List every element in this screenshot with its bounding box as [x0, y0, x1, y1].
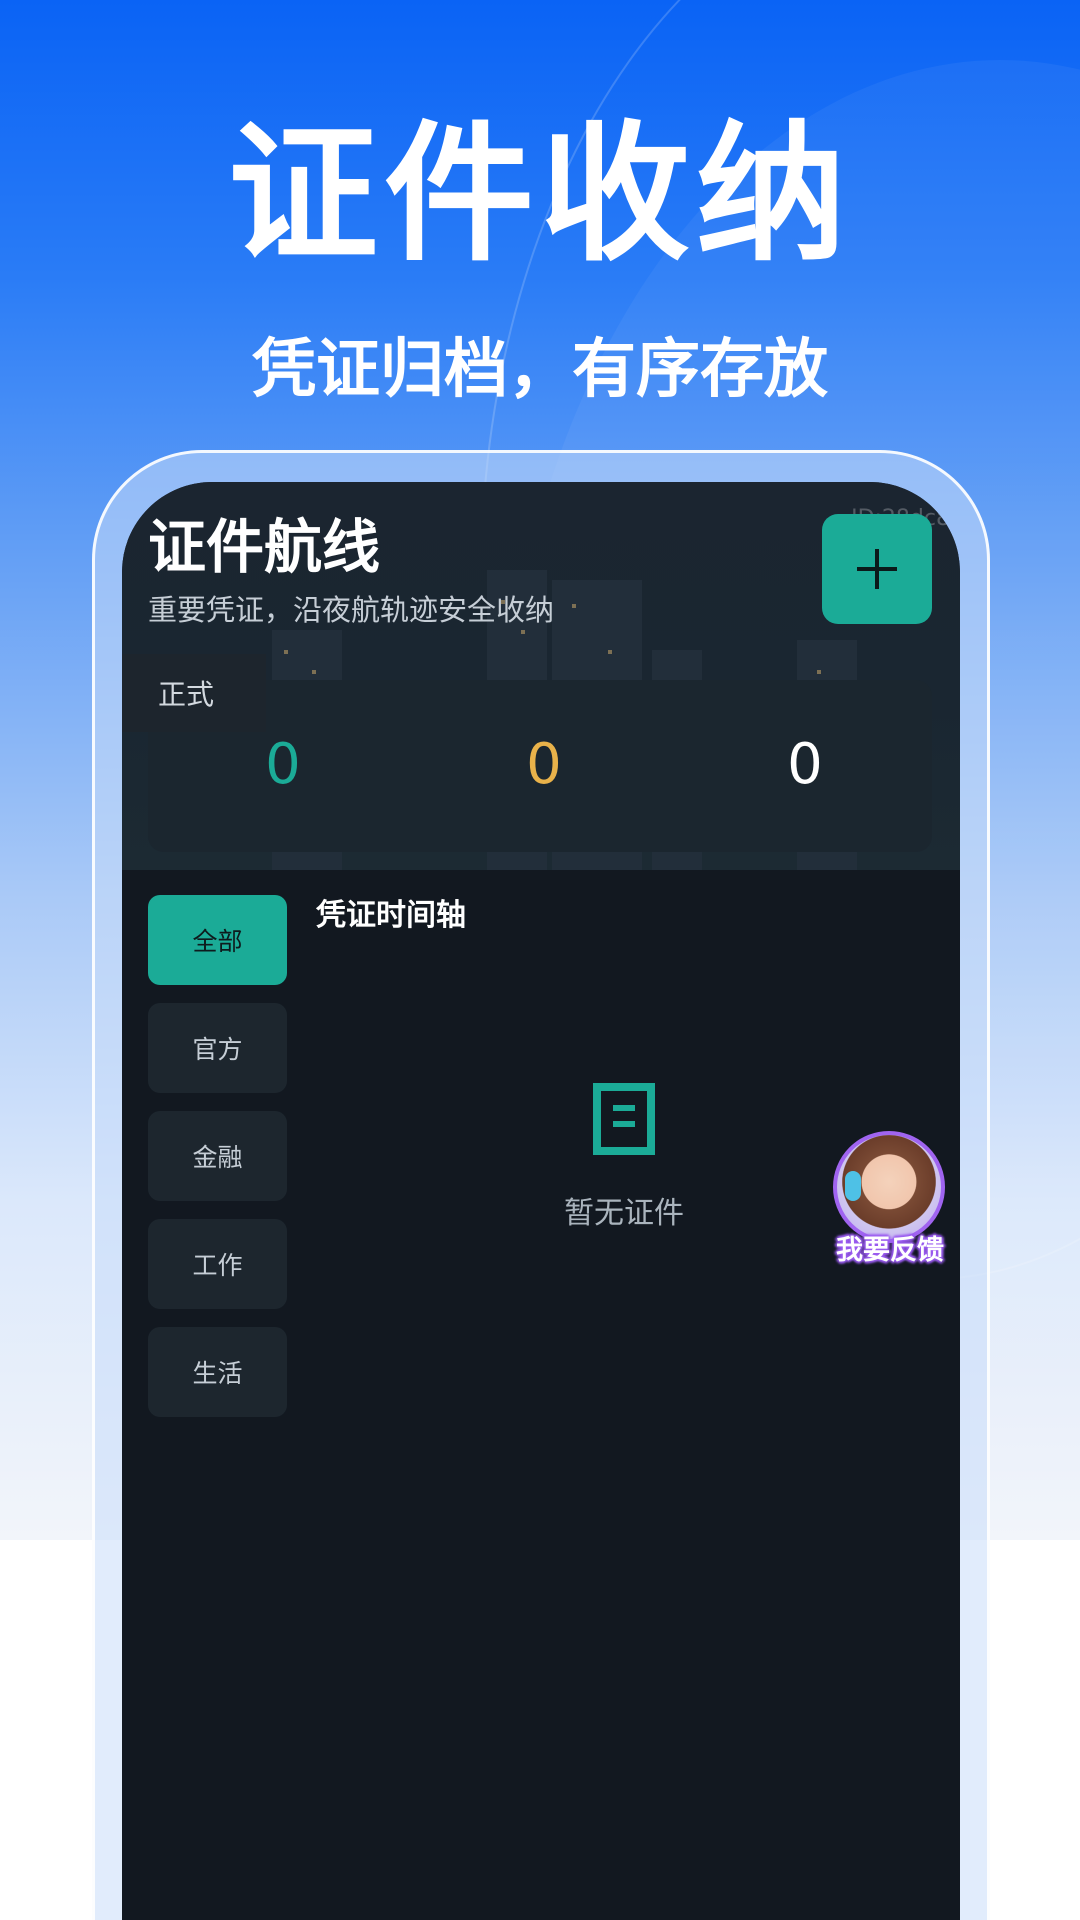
- env-badge: 正式: [122, 654, 266, 732]
- document-icon: [593, 1083, 655, 1155]
- stat-total: 0: [265, 732, 301, 797]
- support-avatar-icon: [833, 1131, 945, 1243]
- category-tab-work[interactable]: 工作: [148, 1219, 287, 1309]
- hero-title: 证件收纳: [227, 108, 852, 282]
- app-subtitle: 重要凭证，沿夜航轨迹安全收纳: [148, 593, 555, 627]
- timeline-title: 凭证时间轴: [316, 898, 466, 933]
- hero-subtitle: 凭证归档，有序存放: [252, 333, 828, 407]
- add-document-button[interactable]: [822, 514, 932, 624]
- category-tab-official[interactable]: 官方: [148, 1003, 287, 1093]
- stat-other: 0: [787, 732, 823, 797]
- feedback-label: 我要反馈: [836, 1235, 944, 1266]
- empty-state-text: 暂无证件: [564, 1196, 684, 1231]
- category-tab-finance[interactable]: 金融: [148, 1111, 287, 1201]
- app-title: 证件航线: [148, 513, 381, 581]
- category-tab-life[interactable]: 生活: [148, 1327, 287, 1417]
- feedback-button[interactable]: 我要反馈: [826, 1131, 954, 1271]
- stat-expiring: 0: [526, 732, 562, 797]
- plus-icon: [857, 549, 897, 589]
- category-tab-all[interactable]: 全部: [148, 895, 287, 985]
